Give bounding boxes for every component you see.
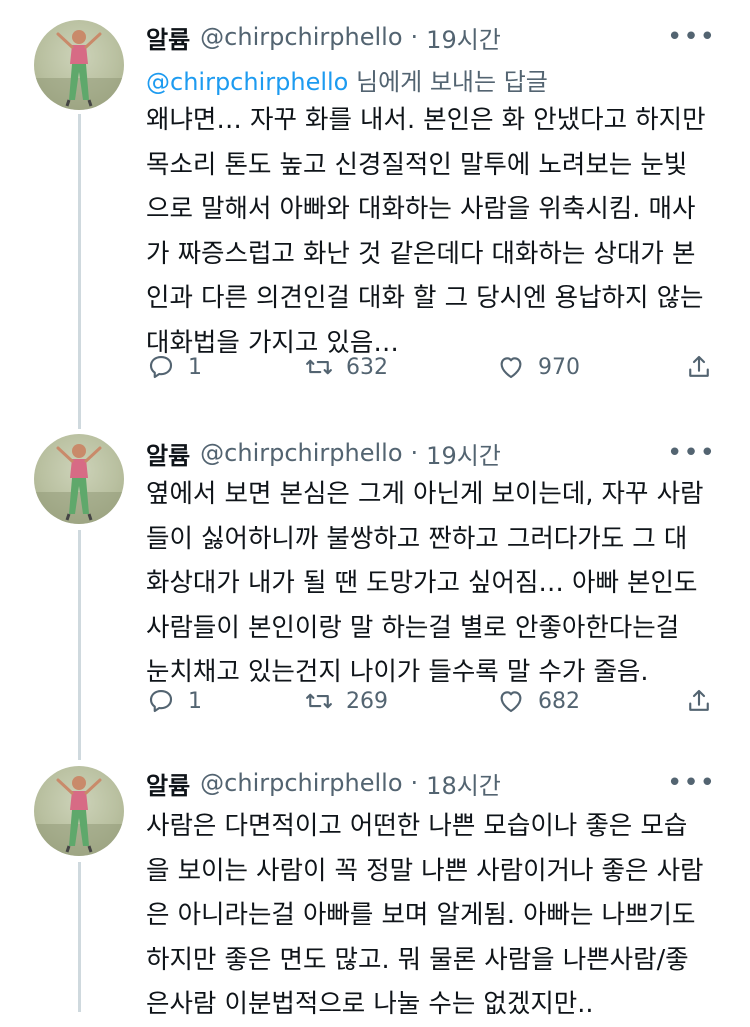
tweet-text-line: 을 보이는 사람이 꼭 정말 나쁜 사람이거나 좋은 사람 (146, 855, 704, 886)
tweet-text: 옆에서 보면 본심은 그게 아닌게 보이는데, 자꾸 사람 들이 싫어하니까 불… (146, 472, 726, 695)
avatar-figure-icon (34, 30, 124, 110)
tweet-text: 사람은 다면적이고 어떤한 나쁜 모습이나 좋은 모습 을 보이는 사람이 꼭 … (146, 804, 726, 1027)
tweet-header: 알륨 @chirpchirphello · 18시간 (146, 766, 501, 800)
reply-button[interactable]: 1 (146, 686, 202, 716)
reply-button[interactable]: 1 (146, 352, 202, 382)
separator-dot: · (410, 769, 419, 797)
avatar[interactable] (34, 20, 124, 110)
like-button[interactable]: 682 (496, 686, 580, 716)
timestamp[interactable]: 19시간 (426, 436, 501, 471)
more-icon[interactable]: ••• (667, 438, 716, 468)
tweet-text-line: 인과 다른 의견인걸 대화 할 그 당시엔 용납하지 않는 (146, 283, 704, 313)
reply-to-suffix: 님에게 보내는 답글 (348, 68, 548, 96)
tweet[interactable]: 알륨 @chirpchirphello · 18시간 ••• 사람은 다면적이고… (0, 750, 750, 1019)
display-name[interactable]: 알륨 (146, 436, 190, 471)
tweet-header: 알륨 @chirpchirphello · 19시간 (146, 436, 501, 470)
user-handle[interactable]: @chirpchirphello (200, 439, 402, 467)
tweet-header: 알륨 @chirpchirphello · 19시간 (146, 20, 501, 54)
user-handle[interactable]: @chirpchirphello (200, 23, 402, 51)
retweet-button[interactable]: 269 (304, 686, 388, 716)
tweet-text-line: 은 아니라는걸 아빠를 보며 알게됨. 아빠는 나쁘기도 (146, 900, 696, 930)
more-icon[interactable]: ••• (667, 22, 716, 52)
retweet-button[interactable]: 632 (304, 352, 388, 382)
timestamp[interactable]: 18시간 (426, 766, 501, 801)
share-icon (689, 355, 709, 377)
tweet-text-line: 목소리 톤도 높고 신경질적인 말투에 노려보는 눈빛 (146, 149, 688, 180)
reply-icon (149, 689, 173, 713)
tweet-text-line: 사람은 다면적이고 어떤한 나쁜 모습이나 좋은 모습 (146, 811, 688, 841)
reply-count: 1 (188, 354, 202, 380)
separator-dot: · (410, 23, 419, 51)
retweet-icon (306, 359, 332, 375)
reply-to-label: @chirpchirphello 님에게 보내는 답글 (146, 62, 548, 97)
reply-icon (149, 355, 173, 379)
retweet-icon (306, 693, 332, 709)
tweet-text-line: 으로 말해서 아빠와 대화하는 사람을 위축시킴. 매사 (146, 194, 696, 224)
like-button[interactable]: 970 (496, 352, 580, 382)
tweet[interactable]: 알륨 @chirpchirphello · 19시간 ••• 옆에서 보면 본심… (0, 416, 750, 746)
retweet-count: 269 (346, 688, 388, 714)
reply-count: 1 (188, 688, 202, 714)
tweet-text-line: 들이 싫어하니까 불쌍하고 짠하고 그러다가도 그 대 (146, 523, 688, 554)
avatar[interactable] (34, 434, 124, 524)
share-button[interactable] (684, 686, 714, 716)
user-handle[interactable]: @chirpchirphello (200, 769, 402, 797)
tweet-text-line: 사람들이 본인이랑 말 하는걸 별로 안좋아한다는걸 (146, 612, 680, 643)
tweet[interactable]: 알륨 @chirpchirphello · 19시간 ••• @chirpchi… (0, 0, 750, 420)
separator-dot: · (410, 439, 419, 467)
tweet-text-line: 은사람 이분법적으로 나눌 수는 없겠지만.. (146, 989, 594, 1019)
display-name[interactable]: 알륨 (146, 20, 190, 55)
like-icon (500, 357, 522, 379)
like-count: 970 (538, 354, 580, 380)
avatar-figure-icon (34, 776, 124, 856)
tweet-text-line: 가 짜증스럽고 화난 것 같은데다 대화하는 상대가 본 (146, 238, 696, 269)
avatar[interactable] (34, 766, 124, 856)
timestamp[interactable]: 19시간 (426, 20, 501, 55)
share-button[interactable] (684, 352, 714, 382)
share-icon (689, 689, 709, 711)
avatar-figure-icon (34, 444, 124, 524)
tweet-actions: 1 632 970 (146, 352, 726, 392)
like-count: 682 (538, 688, 580, 714)
tweet-text-line: 왜냐면… 자꾸 화를 내서. 본인은 화 안냈다고 하지만 (146, 105, 706, 135)
retweet-count: 632 (346, 354, 388, 380)
like-icon (500, 691, 522, 713)
reply-to-mention[interactable]: @chirpchirphello (146, 68, 348, 96)
more-icon[interactable]: ••• (667, 768, 716, 798)
display-name[interactable]: 알륨 (146, 766, 190, 801)
tweet-text-line: 옆에서 보면 본심은 그게 아닌게 보이는데, 자꾸 사람 (146, 479, 704, 509)
tweet-text-line: 하지만 좋은 면도 많고. 뭐 물론 사람을 나쁜사람/좋 (146, 944, 689, 975)
tweet-actions: 1 269 682 (146, 686, 726, 726)
tweet-text-line: 화상대가 내가 될 땐 도망가고 싶어짐… 아빠 본인도 (146, 568, 698, 598)
tweet-text: 왜냐면… 자꾸 화를 내서. 본인은 화 안냈다고 하지만 목소리 톤도 높고 … (146, 98, 726, 365)
